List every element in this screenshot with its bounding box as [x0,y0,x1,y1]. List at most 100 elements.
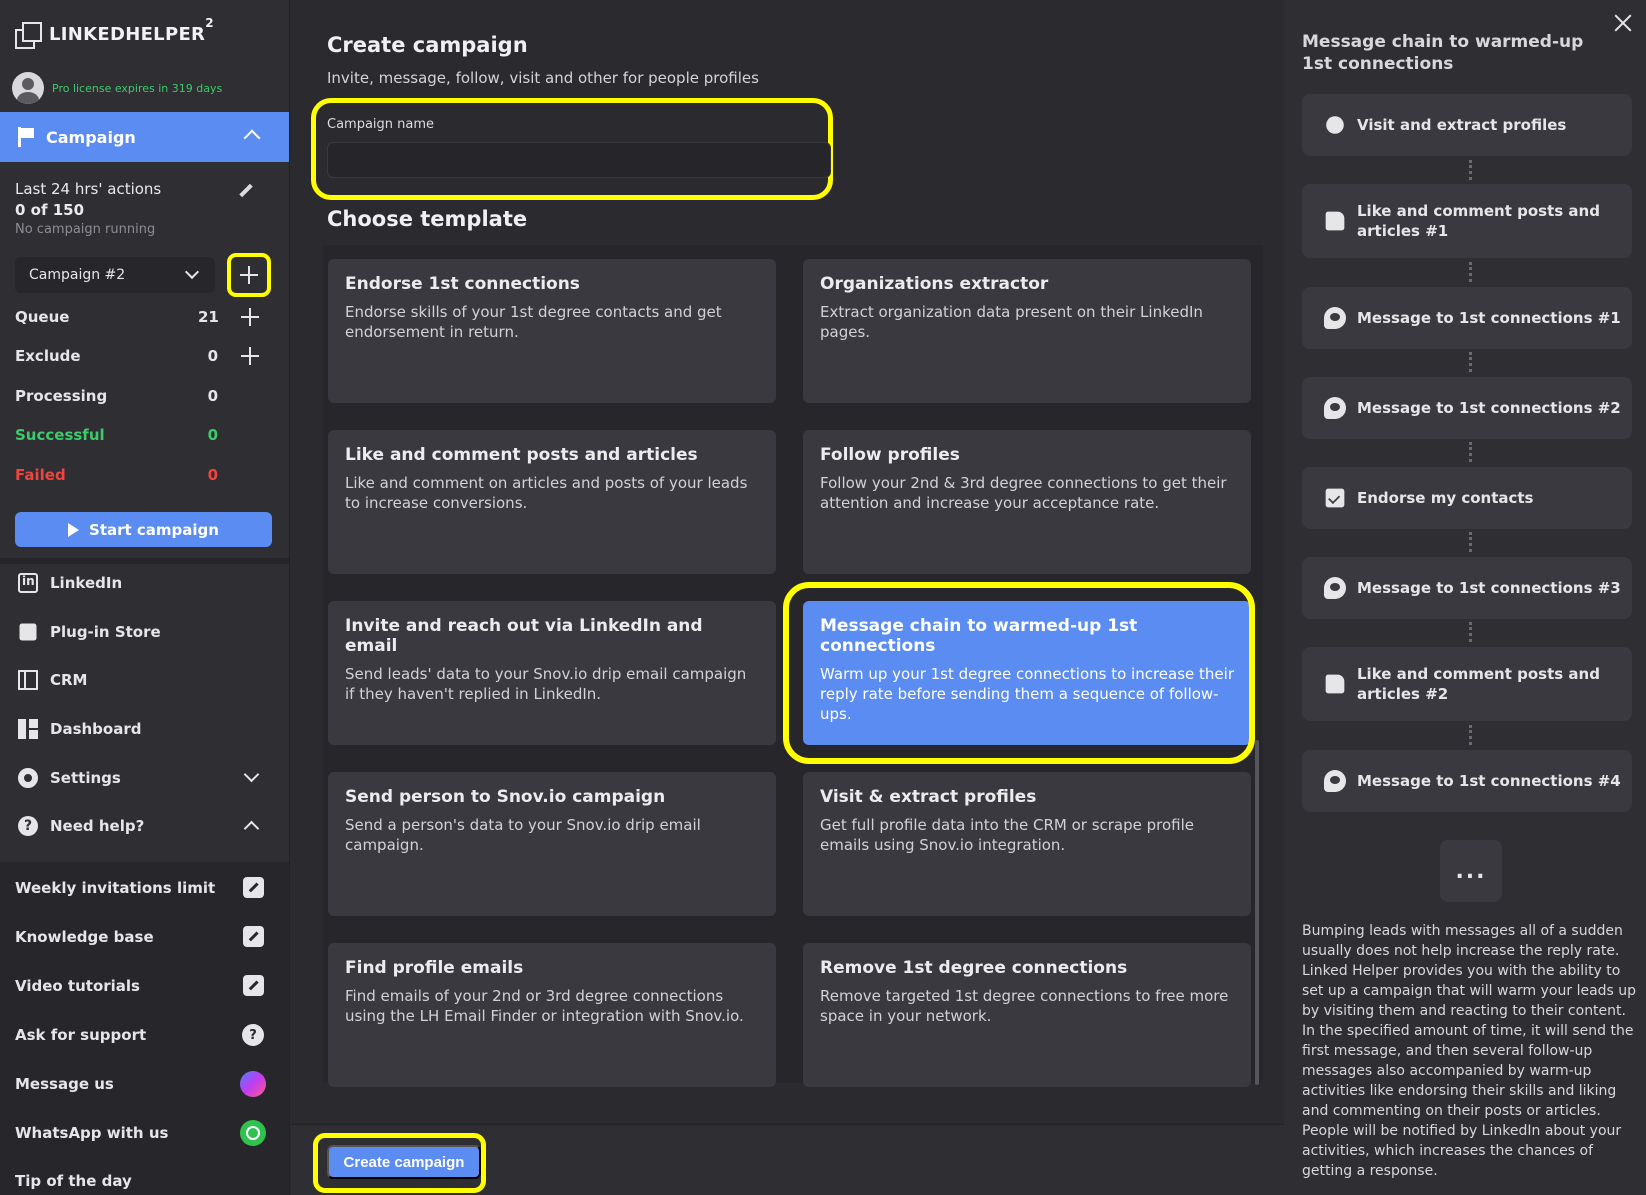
template-card-remove-1st-degree[interactable]: Remove 1st degree connections Remove tar… [803,943,1251,1087]
step-label: Message to 1st connections #2 [1357,399,1621,417]
nav-plugin-store[interactable]: Plug-in Store [18,617,278,647]
campaign-name-input[interactable] [327,142,831,178]
template-title: Endorse 1st connections [345,274,580,294]
step-label: Message to 1st connections #3 [1357,579,1621,597]
stat-label: Successful [15,426,105,444]
template-title: Send person to Snov.io campaign [345,787,666,807]
step-endorse[interactable]: Endorse my contacts [1302,467,1632,529]
avatar-icon[interactable] [12,72,44,104]
step-label: Message to 1st connections #4 [1357,772,1621,790]
nav-label: Need help? [50,817,145,835]
nav-label: CRM [50,671,88,689]
template-description: Warm up your 1st degree connections to i… [820,665,1234,723]
template-card-organizations-extractor[interactable]: Organizations extractor Extract organiza… [803,259,1251,403]
step-message-4[interactable]: Message to 1st connections #4 [1302,750,1632,812]
add-exclude-plus-icon[interactable] [241,347,259,365]
help-label: WhatsApp with us [15,1124,169,1142]
help-message-us[interactable]: Message us [15,1070,270,1098]
stat-label: Processing [15,387,108,405]
template-scrollbar[interactable] [1255,740,1259,1085]
footer-bar: Create campaign [291,1124,1284,1195]
add-queue-plus-icon[interactable] [241,308,259,326]
help-tip-of-the-day[interactable]: Tip of the day [15,1167,270,1195]
template-title: Visit & extract profiles [820,787,1037,807]
template-description: Get full profile data into the CRM or sc… [820,816,1195,854]
help-section: Weekly invitations limit Knowledge base … [0,862,289,1195]
help-whatsapp-with-us[interactable]: WhatsApp with us [15,1119,270,1147]
step-like-comment-1[interactable]: Like and comment posts and articles #1 [1302,184,1632,258]
nav-linkedin[interactable]: LinkedIn [18,568,278,598]
stat-value: 0 [207,387,218,405]
template-list: Endorse 1st connections Endorse skills o… [323,245,1263,1087]
sidebar: LINKEDHELPER2 Pro license expires in 319… [0,0,290,1195]
template-card-visit-extract-profiles[interactable]: Visit & extract profiles Get full profil… [803,772,1251,916]
step-label: Like and comment posts and articles #1 [1357,202,1600,240]
template-detail-panel: Message chain to warmed-up 1st connectio… [1284,0,1646,1195]
main-content: Create campaign Invite, message, follow,… [291,0,1284,1195]
stat-label: Exclude [15,347,81,365]
start-campaign-button[interactable]: Start campaign [15,512,272,547]
stat-exclude[interactable]: Exclude 0 [15,344,275,368]
help-label: Video tutorials [15,977,140,995]
help-label: Ask for support [15,1026,147,1044]
gear-icon [18,768,38,788]
close-icon[interactable] [1614,14,1632,32]
template-description: Extract organization data present on the… [820,303,1203,341]
message-icon [1324,577,1346,599]
add-campaign-button[interactable] [227,253,271,297]
step-like-comment-2[interactable]: Like and comment posts and articles #2 [1302,647,1632,721]
whatsapp-icon [240,1120,266,1146]
step-message-2[interactable]: Message to 1st connections #2 [1302,377,1632,439]
stat-processing[interactable]: Processing 0 [15,384,275,408]
stat-queue[interactable]: Queue 21 [15,305,275,329]
external-link-icon [243,926,264,947]
logo-icon [15,22,42,49]
more-steps-button[interactable]: ... [1440,840,1502,902]
stat-value: 0 [207,426,218,444]
template-card-endorse-1st-connections[interactable]: Endorse 1st connections Endorse skills o… [328,259,776,403]
step-message-3[interactable]: Message to 1st connections #3 [1302,557,1632,619]
stat-value: 0 [207,466,218,484]
like-icon [1325,674,1345,694]
step-label: Message to 1st connections #1 [1357,309,1621,327]
template-description: Endorse skills of your 1st degree contac… [345,303,722,341]
help-video-tutorials[interactable]: Video tutorials [15,972,270,1000]
running-status: No campaign running [15,222,156,237]
template-card-like-and-comment[interactable]: Like and comment posts and articles Like… [328,430,776,574]
logo-text: LINKEDHELPER [49,23,206,45]
help-weekly-invitations-limit[interactable]: Weekly invitations limit [15,874,270,902]
template-card-follow-profiles[interactable]: Follow profiles Follow your 2nd & 3rd de… [803,430,1251,574]
campaign-name-label: Campaign name [327,117,435,132]
template-description: Follow your 2nd & 3rd degree connections… [820,474,1227,512]
help-ask-for-support[interactable]: Ask for support ? [15,1021,270,1049]
logo-superscript: 2 [205,15,214,30]
nav-settings[interactable]: Settings [18,763,278,793]
license-text: Pro license expires in 319 days [52,81,223,95]
step-visit-extract[interactable]: Visit and extract profiles [1302,94,1632,156]
chevron-up-icon [243,820,260,837]
template-card-find-profile-emails[interactable]: Find profile emails Find emails of your … [328,943,776,1087]
stat-failed[interactable]: Failed 0 [15,463,275,487]
nav-crm[interactable]: CRM [18,665,278,695]
campaign-section-toggle[interactable]: Campaign [0,112,289,162]
pencil-icon[interactable] [239,183,253,198]
stat-successful[interactable]: Successful 0 [15,423,275,447]
template-card-send-to-snovio[interactable]: Send person to Snov.io campaign Send a p… [328,772,776,916]
license-status: Pro license expires in 319 days [12,72,222,104]
message-icon [1324,307,1346,329]
step-connector [1469,442,1472,462]
nav-dashboard[interactable]: Dashboard [18,714,278,744]
template-card-message-chain-selected[interactable]: Message chain to warmed-up 1st connectio… [803,601,1251,745]
help-knowledge-base[interactable]: Knowledge base [15,923,270,951]
logo: LINKEDHELPER2 [15,16,214,49]
campaign-select[interactable]: Campaign #2 [15,257,215,293]
step-message-1[interactable]: Message to 1st connections #1 [1302,287,1632,349]
nav-need-help[interactable]: ? Need help? [18,811,278,841]
page-title: Create campaign [327,33,528,57]
template-card-invite-and-reach-out[interactable]: Invite and reach out via LinkedIn and em… [328,601,776,745]
step-connector [1469,622,1472,642]
step-label: Visit and extract profiles [1357,116,1567,134]
panel-title: Message chain to warmed-up 1st connectio… [1302,32,1584,74]
flag-icon [18,127,34,147]
create-campaign-button[interactable]: Create campaign [327,1145,481,1179]
